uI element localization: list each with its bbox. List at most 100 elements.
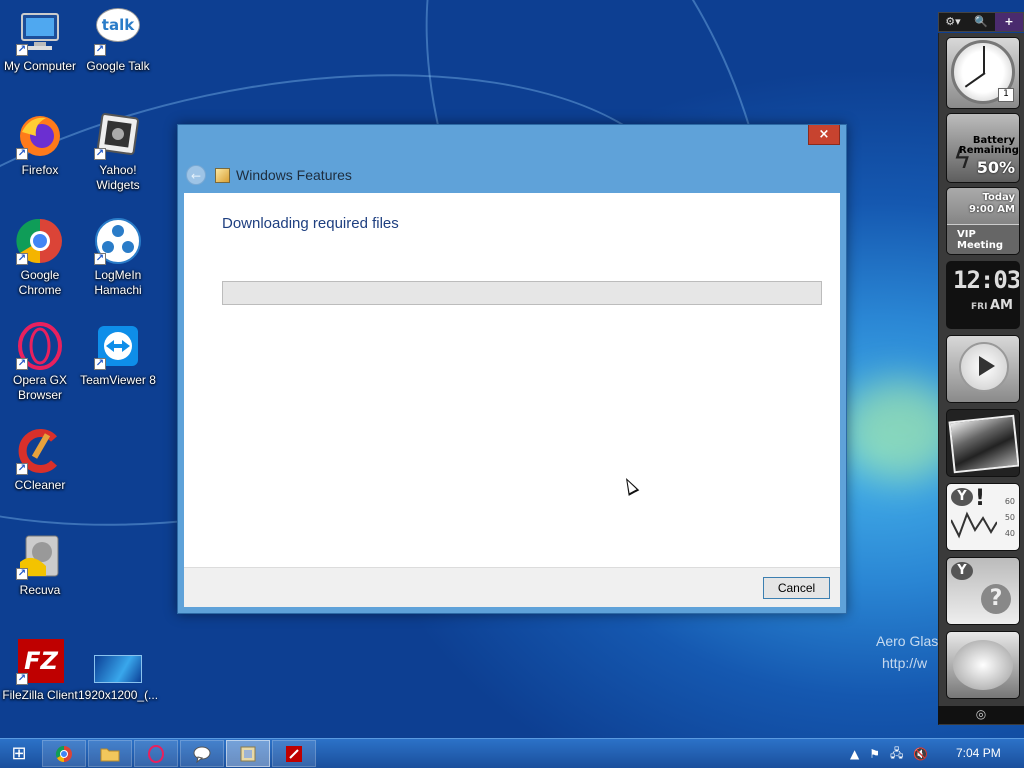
sidebar-camera-icon[interactable]: ◎ [938,706,1024,724]
shortcut-arrow-icon: ↗ [16,358,28,370]
talk-bubble: talk [96,8,140,42]
desktop-icon-label: LogMeIn Hamachi [94,268,142,297]
cancel-button[interactable]: Cancel [763,577,830,599]
digital-time: 12:03 [953,266,1020,294]
question-mark-icon: ? [981,584,1011,614]
desktop-icon-google-chrome[interactable]: ↗ Google Chrome [0,217,80,298]
photo-thumbnail [948,414,1019,474]
back-arrow-icon[interactable]: ← [186,165,206,185]
folder-icon [100,748,120,762]
watermark-line-1: Aero Glas [876,633,939,649]
ccleaner-icon: ↗ [16,427,64,475]
shortcut-arrow-icon: ↗ [16,568,28,580]
clock-date: 1 [998,88,1014,102]
desktop-icon-label: My Computer [3,59,77,73]
desktop-icon-firefox[interactable]: ↗ Firefox [0,112,80,178]
recuva-icon: ↗ [16,532,64,580]
media-player-gadget[interactable] [946,335,1020,403]
gear-icon[interactable]: ⚙▾ [939,13,967,31]
desktop-icon-yahoo-widgets[interactable]: ↗ Yahoo! Widgets [78,112,158,193]
shortcut-arrow-icon: ↗ [16,148,28,160]
yahoo-widgets-icon: ↗ [94,112,142,160]
notes-gadget[interactable] [946,631,1020,699]
digital-day: FRI [971,302,988,312]
desktop-icon-hamachi[interactable]: ↗ LogMeIn Hamachi [78,217,158,298]
desktop-icon-recuva[interactable]: ↗ Recuva [0,532,80,598]
dialog-titlebar: ← Windows Features [186,159,838,191]
desktop-icon-label: TeamViewer 8 [80,373,156,387]
shortcut-arrow-icon: ↗ [16,253,28,265]
watermark-line-2: http://w [882,655,928,671]
calendar-gadget[interactable]: Today 9:00 AM VIP Meeting [946,187,1020,255]
desktop-icon-my-computer[interactable]: ↗ My Computer [0,8,80,74]
exclamation-icon: ! [975,486,986,511]
desktop-icon-label: Recuva [19,583,61,597]
desktop-icon-opera-gx[interactable]: ↗ Opera GX Browser [0,322,80,403]
shortcut-arrow-icon: ↗ [16,463,28,475]
google-talk-icon: talk ↗ [94,8,142,56]
gadget-sidebar: 1 ϟ Battery Remaining 50% Today 9:00 AM … [938,33,1024,725]
volume-muted-icon[interactable]: 🔇 [913,747,928,761]
status-heading: Downloading required files [222,215,399,232]
shortcut-arrow-icon: ↗ [94,44,106,56]
taskbar-chrome-button[interactable] [42,740,86,767]
close-button[interactable]: × [808,125,840,145]
start-button-icon[interactable]: ⊞ [6,743,32,765]
computer-icon: ↗ [16,8,64,56]
stock-tick: 40 [1004,529,1015,538]
taskbar-filezilla-button[interactable] [272,740,316,767]
desktop-icon-wallpaper-file[interactable]: 1920x1200_(... [78,637,158,703]
slideshow-gadget[interactable] [946,409,1020,477]
weather-gadget[interactable]: Y ? [946,557,1020,625]
add-gadget-icon[interactable]: + [995,13,1023,31]
search-icon[interactable]: 🔍 [967,13,995,31]
gadget-orb-icon [953,640,1013,690]
play-icon[interactable] [979,356,995,376]
taskbar-explorer-button[interactable] [88,740,132,767]
shortcut-arrow-icon: ↗ [94,148,106,160]
clock-gadget[interactable]: 1 [946,37,1020,109]
digital-clock-gadget[interactable]: 12:03 FRI AM [946,261,1020,329]
taskbar: ⊞ ▲ ⚑ 🖧 🔇 7:04 PM [0,738,1024,768]
sidebar-toolbar: ⚙▾ 🔍 + [938,12,1024,32]
firefox-icon: ↗ [16,112,64,160]
desktop-icon-google-talk[interactable]: talk ↗ Google Talk [78,8,158,74]
filezilla-icon [286,746,302,762]
chat-bubble-icon [193,746,211,764]
desktop-icon-ccleaner[interactable]: ↗ CCleaner [0,427,80,493]
stock-line-chart-icon [951,511,997,539]
taskbar-opera-button[interactable] [134,740,178,767]
show-hidden-icons-icon[interactable]: ▲ [850,747,859,761]
windows-features-icon [215,167,230,183]
windows-features-icon [240,746,256,762]
digital-ampm: AM [990,298,1013,313]
stock-gadget[interactable]: Y ! 60 50 40 [946,483,1020,551]
shortcut-arrow-icon: ↗ [94,358,106,370]
filezilla-icon: FZ ↗ [16,637,64,685]
desktop-icon-label: CCleaner [14,478,66,492]
taskbar-chat-button[interactable] [180,740,224,767]
battery-gadget[interactable]: ϟ Battery Remaining 50% [946,113,1020,183]
dialog-title: Windows Features [236,167,352,183]
calendar-day: Today [982,192,1015,203]
battery-label: Battery Remaining [959,135,1019,156]
desktop-icon-label: Opera GX Browser [12,373,68,402]
action-center-flag-icon[interactable]: ⚑ [869,747,880,761]
stock-tick: 60 [1004,497,1015,506]
taskbar-windows-features-button[interactable] [226,740,270,767]
desktop-icon-teamviewer[interactable]: ↗ TeamViewer 8 [78,322,158,388]
dialog-content: Downloading required files [184,193,840,567]
hamachi-icon: ↗ [94,217,142,265]
opera-gx-icon: ↗ [16,322,64,370]
calendar-time: 9:00 AM [968,204,1015,215]
desktop-icon-label: Google Chrome [18,268,62,297]
system-tray: ▲ ⚑ 🖧 🔇 [850,739,928,768]
network-icon[interactable]: 🖧 [890,744,903,765]
wallpaper-file-icon [94,637,142,685]
battery-value: 50% [976,158,1015,177]
desktop-icon-filezilla[interactable]: FZ ↗ FileZilla Client [0,637,80,703]
wallpaper-watermark: Aero Glas http://w [876,630,938,674]
taskbar-clock[interactable]: 7:04 PM [956,746,1001,760]
opera-gx-icon [148,745,164,763]
shortcut-arrow-icon: ↗ [94,253,106,265]
